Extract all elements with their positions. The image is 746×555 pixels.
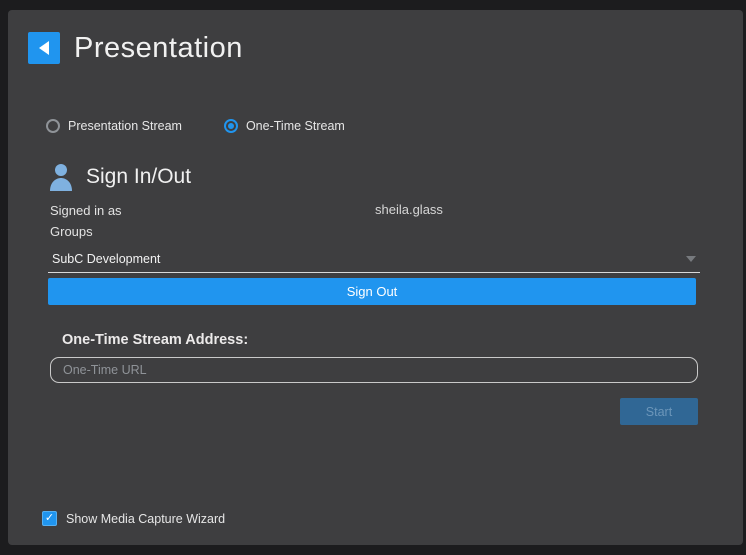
- radio-label: Presentation Stream: [68, 119, 182, 133]
- stream-type-radio-group: Presentation Stream One-Time Stream: [46, 119, 345, 133]
- signed-in-as-label: Signed in as: [50, 201, 122, 221]
- radio-one-time-stream[interactable]: One-Time Stream: [224, 119, 345, 133]
- back-arrow-icon: [39, 41, 49, 55]
- groups-dropdown-value: SubC Development: [48, 252, 686, 266]
- checkmark-icon: ✓: [45, 513, 54, 524]
- sign-in-labels: Signed in as Groups: [50, 201, 122, 243]
- sign-in-out-header: Sign In/Out: [48, 163, 191, 191]
- radio-selected-icon[interactable]: [224, 119, 238, 133]
- groups-label: Groups: [50, 222, 122, 242]
- one-time-url-input[interactable]: [50, 357, 698, 383]
- radio-label: One-Time Stream: [246, 119, 345, 133]
- header: Presentation: [28, 31, 243, 65]
- one-time-address-heading: One-Time Stream Address:: [62, 332, 248, 348]
- presentation-window: Presentation Presentation Stream One-Tim…: [8, 10, 743, 545]
- show-wizard-checkbox-row[interactable]: ✓ Show Media Capture Wizard: [42, 511, 225, 526]
- sign-out-button[interactable]: Sign Out: [48, 278, 696, 305]
- show-wizard-label: Show Media Capture Wizard: [66, 512, 225, 526]
- groups-dropdown[interactable]: SubC Development: [48, 246, 700, 273]
- radio-unselected-icon[interactable]: [46, 119, 60, 133]
- start-button[interactable]: Start: [620, 398, 698, 425]
- section-heading: Sign In/Out: [86, 165, 191, 189]
- chevron-down-icon: [686, 256, 696, 262]
- checkbox-checked-icon[interactable]: ✓: [42, 511, 57, 526]
- signed-in-username: sheila.glass: [375, 202, 443, 217]
- radio-presentation-stream[interactable]: Presentation Stream: [46, 119, 182, 133]
- back-button[interactable]: [28, 32, 60, 64]
- page-title: Presentation: [74, 32, 243, 65]
- user-icon: [48, 163, 74, 191]
